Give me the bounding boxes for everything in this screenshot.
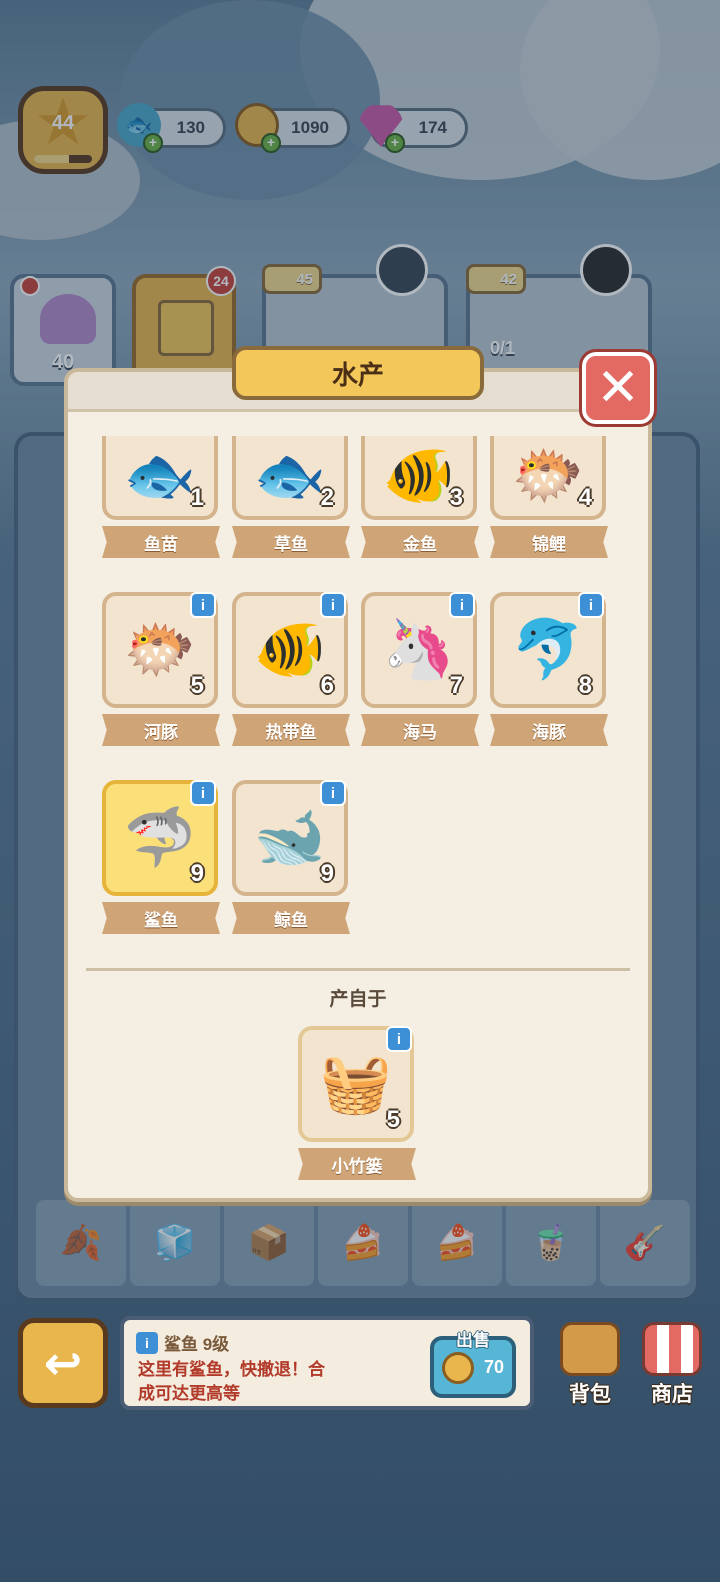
chain-item[interactable]: 🐠 6 i 热带鱼	[232, 592, 350, 746]
chain-item[interactable]: 🐡 5 i 河豚	[102, 592, 220, 746]
item-name: 海豚	[490, 714, 608, 746]
coin-icon	[442, 1352, 474, 1384]
item-name: 金鱼	[361, 526, 479, 558]
shop-icon	[642, 1322, 702, 1376]
backpack-icon	[560, 1322, 620, 1376]
info-icon[interactable]: i	[386, 1026, 412, 1052]
goldfish-icon: 🐠	[382, 443, 456, 508]
item-name: 锦鲤	[490, 526, 608, 558]
fry-fish-icon: 🐟	[123, 443, 197, 508]
chain-item[interactable]: 🐡 4 锦鲤	[490, 436, 608, 558]
item-name: 海马	[361, 714, 479, 746]
chain-item[interactable]: 🐟 1 鱼苗	[102, 436, 220, 558]
item-info-name: 鲨鱼 9级	[164, 1335, 230, 1354]
item-level: 7	[449, 672, 463, 699]
chain-item[interactable]: 🦄 7 i 海马	[361, 592, 479, 746]
item-level: 3	[449, 484, 463, 511]
item-level: 9	[320, 860, 334, 887]
shark-icon: 🦈	[123, 805, 197, 870]
item-tile[interactable]: 🐡 4	[490, 436, 606, 520]
chain-item[interactable]: 🐟 2 草鱼	[232, 436, 350, 558]
dolphin-icon: 🐬	[511, 617, 585, 682]
chain-item[interactable]: 🐋 9 i 鲸鱼	[232, 780, 350, 934]
item-level: 9	[190, 860, 204, 887]
chain-item[interactable]: 🐬 8 i 海豚	[490, 592, 608, 746]
item-tile[interactable]: 🐋 9 i	[232, 780, 348, 896]
koi-icon: 🐡	[511, 443, 585, 508]
item-tile[interactable]: 🐠 6 i	[232, 592, 348, 708]
item-name: 河豚	[102, 714, 220, 746]
seahorse-icon: 🦄	[382, 617, 456, 682]
shop-button[interactable]: 商店	[634, 1318, 710, 1408]
tropical-fish-icon: 🐠	[253, 617, 327, 682]
item-name: 鱼苗	[102, 526, 220, 558]
item-name: 草鱼	[232, 526, 350, 558]
back-button[interactable]: ↩	[18, 1318, 108, 1408]
chain-item[interactable]: 🐠 3 金鱼	[361, 436, 479, 558]
item-tile[interactable]: 🐟 1	[102, 436, 218, 520]
pufferfish-icon: 🐡	[123, 617, 197, 682]
chain-item[interactable]: 🦈 9 i 鲨鱼	[102, 780, 220, 934]
sell-button[interactable]: 出售 70	[430, 1331, 516, 1398]
item-name: 鲸鱼	[232, 902, 350, 934]
sell-label: 出售	[456, 1331, 490, 1350]
bamboo-basket-icon: 🧺	[319, 1051, 393, 1116]
item-level: 8	[578, 672, 592, 699]
backpack-label: 背包	[569, 1383, 611, 1406]
info-icon[interactable]: i	[190, 592, 216, 618]
section-divider	[86, 968, 630, 971]
info-icon[interactable]: i	[136, 1331, 158, 1354]
close-icon: ✕	[596, 359, 640, 417]
item-level: 5	[190, 672, 204, 699]
backpack-button[interactable]: 背包	[552, 1318, 628, 1408]
info-icon[interactable]: i	[320, 592, 346, 618]
info-icon[interactable]: i	[320, 780, 346, 806]
item-tile[interactable]: 🦈 9 i	[102, 780, 218, 896]
modal-title: 水产	[232, 346, 484, 400]
back-arrow-icon: ↩	[43, 1337, 83, 1389]
item-tile[interactable]: 🦄 7 i	[361, 592, 477, 708]
item-level: 6	[320, 672, 334, 699]
item-tile[interactable]: 🧺 5 i	[298, 1026, 414, 1142]
info-icon[interactable]: i	[449, 592, 475, 618]
item-level: 2	[320, 484, 334, 511]
item-level: 5	[386, 1106, 400, 1133]
close-button[interactable]: ✕	[579, 349, 657, 427]
grass-carp-icon: 🐟	[253, 443, 327, 508]
shop-label: 商店	[651, 1383, 693, 1406]
info-icon[interactable]: i	[578, 592, 604, 618]
item-tile[interactable]: 🐡 5 i	[102, 592, 218, 708]
item-level: 1	[190, 484, 204, 511]
source-section-label: 产自于	[329, 989, 387, 1010]
whale-icon: 🐋	[253, 805, 327, 870]
item-name: 鲨鱼	[102, 902, 220, 934]
item-tile[interactable]: 🐟 2	[232, 436, 348, 520]
info-icon[interactable]: i	[190, 780, 216, 806]
sell-price: 70	[483, 1356, 504, 1377]
item-name: 热带鱼	[232, 714, 350, 746]
item-level: 4	[578, 484, 592, 511]
item-tile[interactable]: 🐠 3	[361, 436, 477, 520]
item-tile[interactable]: 🐬 8 i	[490, 592, 606, 708]
item-info-description: 这里有鲨鱼，快撤退！合成可达更高等	[138, 1360, 325, 1403]
item-name: 小竹篓	[298, 1148, 416, 1180]
source-item[interactable]: 🧺 5 i 小竹篓	[298, 1026, 416, 1180]
item-info-title: i 鲨鱼 9级	[136, 1330, 229, 1355]
item-info-panel: i 鲨鱼 9级 这里有鲨鱼，快撤退！合成可达更高等 出售 70	[120, 1316, 534, 1410]
